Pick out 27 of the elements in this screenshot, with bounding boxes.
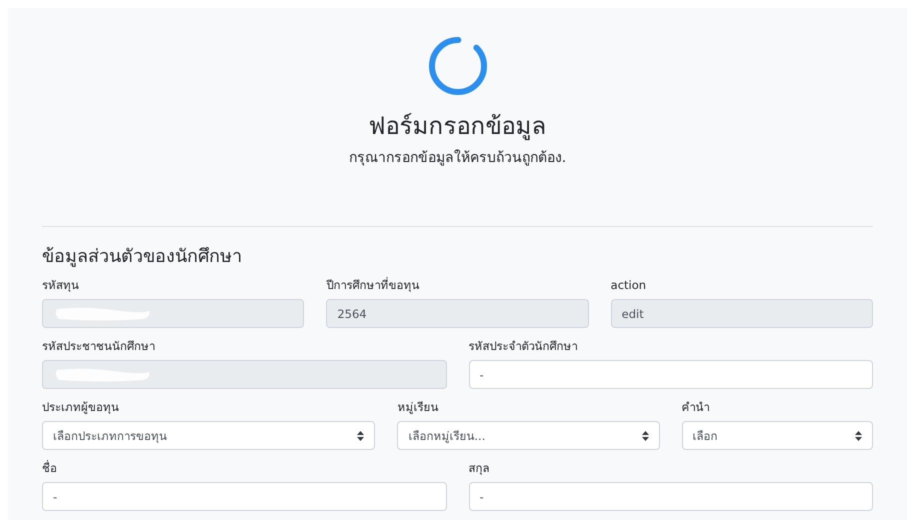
field-label: action [610, 277, 648, 294]
input-field[interactable] [42, 299, 304, 328]
caret-icon [357, 430, 364, 440]
section-heading: ข้อมูลส่วนตัวของนักศึกษา [42, 245, 243, 269]
field-label: หมู่เรียน [397, 399, 440, 416]
field-label: ชื่อ [42, 459, 58, 477]
form-title: ฟอร์มกรอกข้อมูล [368, 111, 546, 142]
field-label: รหัสประชาชนนักศึกษา [42, 338, 156, 355]
field-label: รหัสทุน [42, 277, 80, 294]
field-label: ประเภทผู้ขอทุน [42, 399, 120, 416]
select-field[interactable]: เลือกหมู่เรียน... [397, 421, 660, 450]
caret-icon [854, 430, 862, 440]
input-field[interactable]: - [468, 360, 873, 389]
caret-icon [642, 430, 649, 440]
input-field[interactable]: - [42, 482, 446, 511]
input-field[interactable] [42, 360, 446, 389]
form-subtitle: กรุณากรอกข้อมูลให้ครบถ้วนถูกต้อง. [348, 148, 566, 168]
input-field[interactable]: - [468, 482, 873, 511]
select-field[interactable]: เลือกประเภทการขอทุน [42, 421, 376, 450]
field-label: คำนำ [682, 399, 711, 416]
field-label: ปีการศึกษาที่ขอทุน [326, 276, 420, 294]
select-field[interactable]: เลือก [682, 421, 873, 450]
input-field[interactable]: 2564 [326, 299, 589, 328]
field-label: รหัสประจำตัวนักศึกษา [468, 338, 578, 355]
logo-icon [428, 36, 488, 96]
field-label: สกุล [468, 460, 490, 477]
input-field[interactable]: edit [610, 299, 873, 328]
